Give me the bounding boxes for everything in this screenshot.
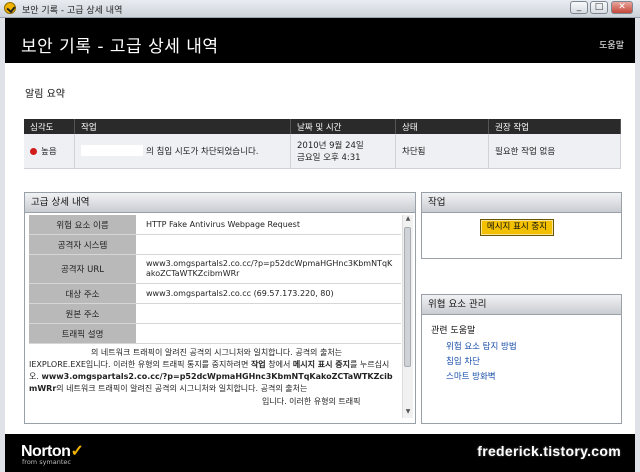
page-title: 보안 기록 - 고급 상세 내역	[21, 37, 219, 57]
detail-label: 대상 주소	[29, 284, 136, 303]
table-row[interactable]: 높음 의 침입 시도가 차단되었습니다. 2010년 9월 24일금요일 오후 …	[24, 134, 621, 169]
detail-value: HTTP Fake Antivirus Webpage Request	[146, 220, 300, 229]
threat-title: 위협 요소 관리	[422, 295, 621, 315]
help-link[interactable]: 도움말	[599, 38, 624, 51]
date-text: 2010년 9월 24일	[297, 141, 364, 151]
footer: Norton✓ from symantec frederick.tistory.…	[5, 434, 635, 472]
logo-check-icon: ✓	[70, 443, 84, 460]
col-recommended[interactable]: 권장 작업	[488, 119, 621, 134]
severity-high-icon	[30, 148, 37, 155]
details-scrollbar[interactable]: ▲ ▼	[402, 215, 413, 418]
logo-subtitle: from symantec	[22, 458, 71, 466]
summary-header-row: 심각도 작업 날짜 및 시간 상태 권장 작업	[24, 119, 621, 134]
recommended-cell: 필요한 작업 없음	[488, 134, 621, 169]
scroll-down-arrow-icon[interactable]: ▼	[403, 408, 413, 418]
detail-label: 위험 요소 이름	[29, 215, 136, 234]
redacted-block	[81, 145, 143, 156]
time-text: 금요일 오후 4:31	[297, 153, 361, 163]
page-header: 보안 기록 - 고급 상세 내역 도움말	[5, 18, 635, 63]
action-title: 작업	[422, 193, 621, 213]
detail-row-threat-name: 위험 요소 이름 HTTP Fake Antivirus Webpage Req…	[29, 215, 401, 235]
detail-row-attacker-url: 공격자 URL www3.omgspartals2.co.cc/?p=p52dc…	[29, 255, 401, 284]
redacted-block	[149, 395, 259, 406]
window-titlebar[interactable]: 보안 기록 - 고급 상세 내역 _ □ ✕	[0, 0, 640, 18]
description-line: IEXPLORE.EXE입니다. 이러한 유형의 트래픽 통지를 중지하려면	[29, 360, 249, 369]
watermark: frederick.tistory.com	[477, 443, 621, 459]
link-threat-detection[interactable]: 위험 요소 탐지 방법	[446, 340, 517, 352]
stop-notifications-button[interactable]: 메시지 표시 중지	[480, 219, 554, 236]
details-panel: 고급 상세 내역 위험 요소 이름 HTTP Fake Antivirus We…	[24, 192, 416, 424]
detail-value[interactable]: www3.omgspartals2.co.cc/?p=p52dcWpmaHGHn…	[146, 255, 396, 283]
severity-label: 높음	[41, 147, 57, 157]
action-cell: 의 침입 시도가 차단되었습니다.	[74, 134, 291, 169]
redacted-block	[146, 327, 218, 340]
description-line: 의 네트워크 트래픽이 알려진 공격의 시그니처와 일치합니다. 공격의 출처는	[56, 384, 308, 393]
detail-value	[146, 324, 396, 343]
detail-row-source-address: 원본 주소	[29, 304, 401, 324]
detail-row-target-address: 대상 주소 www3.omgspartals2.co.cc (69.57.173…	[29, 284, 401, 304]
detail-label: 트래픽 설명	[29, 324, 136, 343]
window-title: 보안 기록 - 고급 상세 내역	[22, 6, 123, 16]
main-content: 알림 요약 심각도 작업 날짜 및 시간 상태 권장 작업 높음 의 침입 시도…	[5, 63, 635, 434]
description-bold: 메시지 표시 중지	[292, 360, 350, 369]
scroll-thumb[interactable]	[404, 227, 411, 367]
detail-value	[146, 304, 396, 323]
detail-row-attacker-system: 공격자 시스템	[29, 235, 401, 255]
description-line: 창에서	[268, 360, 291, 369]
redacted-block	[146, 238, 323, 251]
threat-management-panel: 위협 요소 관리 관련 도움말 위험 요소 탐지 방법 침입 차단 스마트 방화…	[421, 294, 622, 424]
scroll-up-arrow-icon[interactable]: ▲	[403, 215, 413, 225]
link-intrusion-prevention[interactable]: 침입 차단	[446, 355, 480, 367]
summary-title: 알림 요약	[25, 89, 65, 100]
detail-label: 원본 주소	[29, 304, 136, 323]
description-line: 입니다. 이러한 유형의 트래픽	[262, 397, 361, 406]
link-smart-firewall[interactable]: 스마트 방화벽	[446, 370, 496, 382]
datetime-cell: 2010년 9월 24일금요일 오후 4:31	[290, 134, 396, 169]
detail-label: 공격자 URL	[29, 255, 136, 283]
redacted-block	[146, 307, 293, 320]
detail-value	[146, 235, 396, 254]
minimize-button[interactable]: _	[570, 1, 588, 14]
close-button[interactable]: ✕	[611, 1, 633, 14]
redacted-block	[29, 346, 89, 357]
action-panel: 작업 메시지 표시 중지	[421, 192, 622, 259]
detail-value: www3.omgspartals2.co.cc (69.57.173.220, …	[146, 289, 334, 298]
description-bold: 작업	[250, 360, 266, 369]
col-status[interactable]: 상태	[395, 119, 489, 134]
action-text: 의 침입 시도가 차단되었습니다.	[146, 147, 259, 157]
traffic-description-text: 의 네트워크 트래픽이 알려진 공격의 시그니처와 일치합니다. 공격의 출처는…	[29, 346, 399, 408]
norton-check-icon	[4, 2, 16, 14]
status-cell: 차단됨	[395, 134, 489, 169]
severity-cell: 높음	[24, 134, 75, 169]
detail-row-traffic-description: 트래픽 설명	[29, 324, 401, 344]
detail-label: 공격자 시스템	[29, 235, 136, 254]
details-title: 고급 상세 내역	[25, 193, 415, 213]
col-severity[interactable]: 심각도	[24, 119, 75, 134]
col-datetime[interactable]: 날짜 및 시간	[290, 119, 396, 134]
summary-table: 심각도 작업 날짜 및 시간 상태 권장 작업 높음 의 침입 시도가 차단되었…	[24, 119, 621, 169]
description-line: 의 네트워크 트래픽이 알려진 공격의 시그니처와 일치합니다. 공격의 출처는	[91, 348, 343, 357]
related-help-title: 관련 도움말	[431, 326, 476, 336]
maximize-button[interactable]: □	[590, 1, 608, 14]
col-action[interactable]: 작업	[74, 119, 291, 134]
norton-window: 보안 기록 - 고급 상세 내역 _ □ ✕ 보안 기록 - 고급 상세 내역 …	[0, 0, 640, 472]
